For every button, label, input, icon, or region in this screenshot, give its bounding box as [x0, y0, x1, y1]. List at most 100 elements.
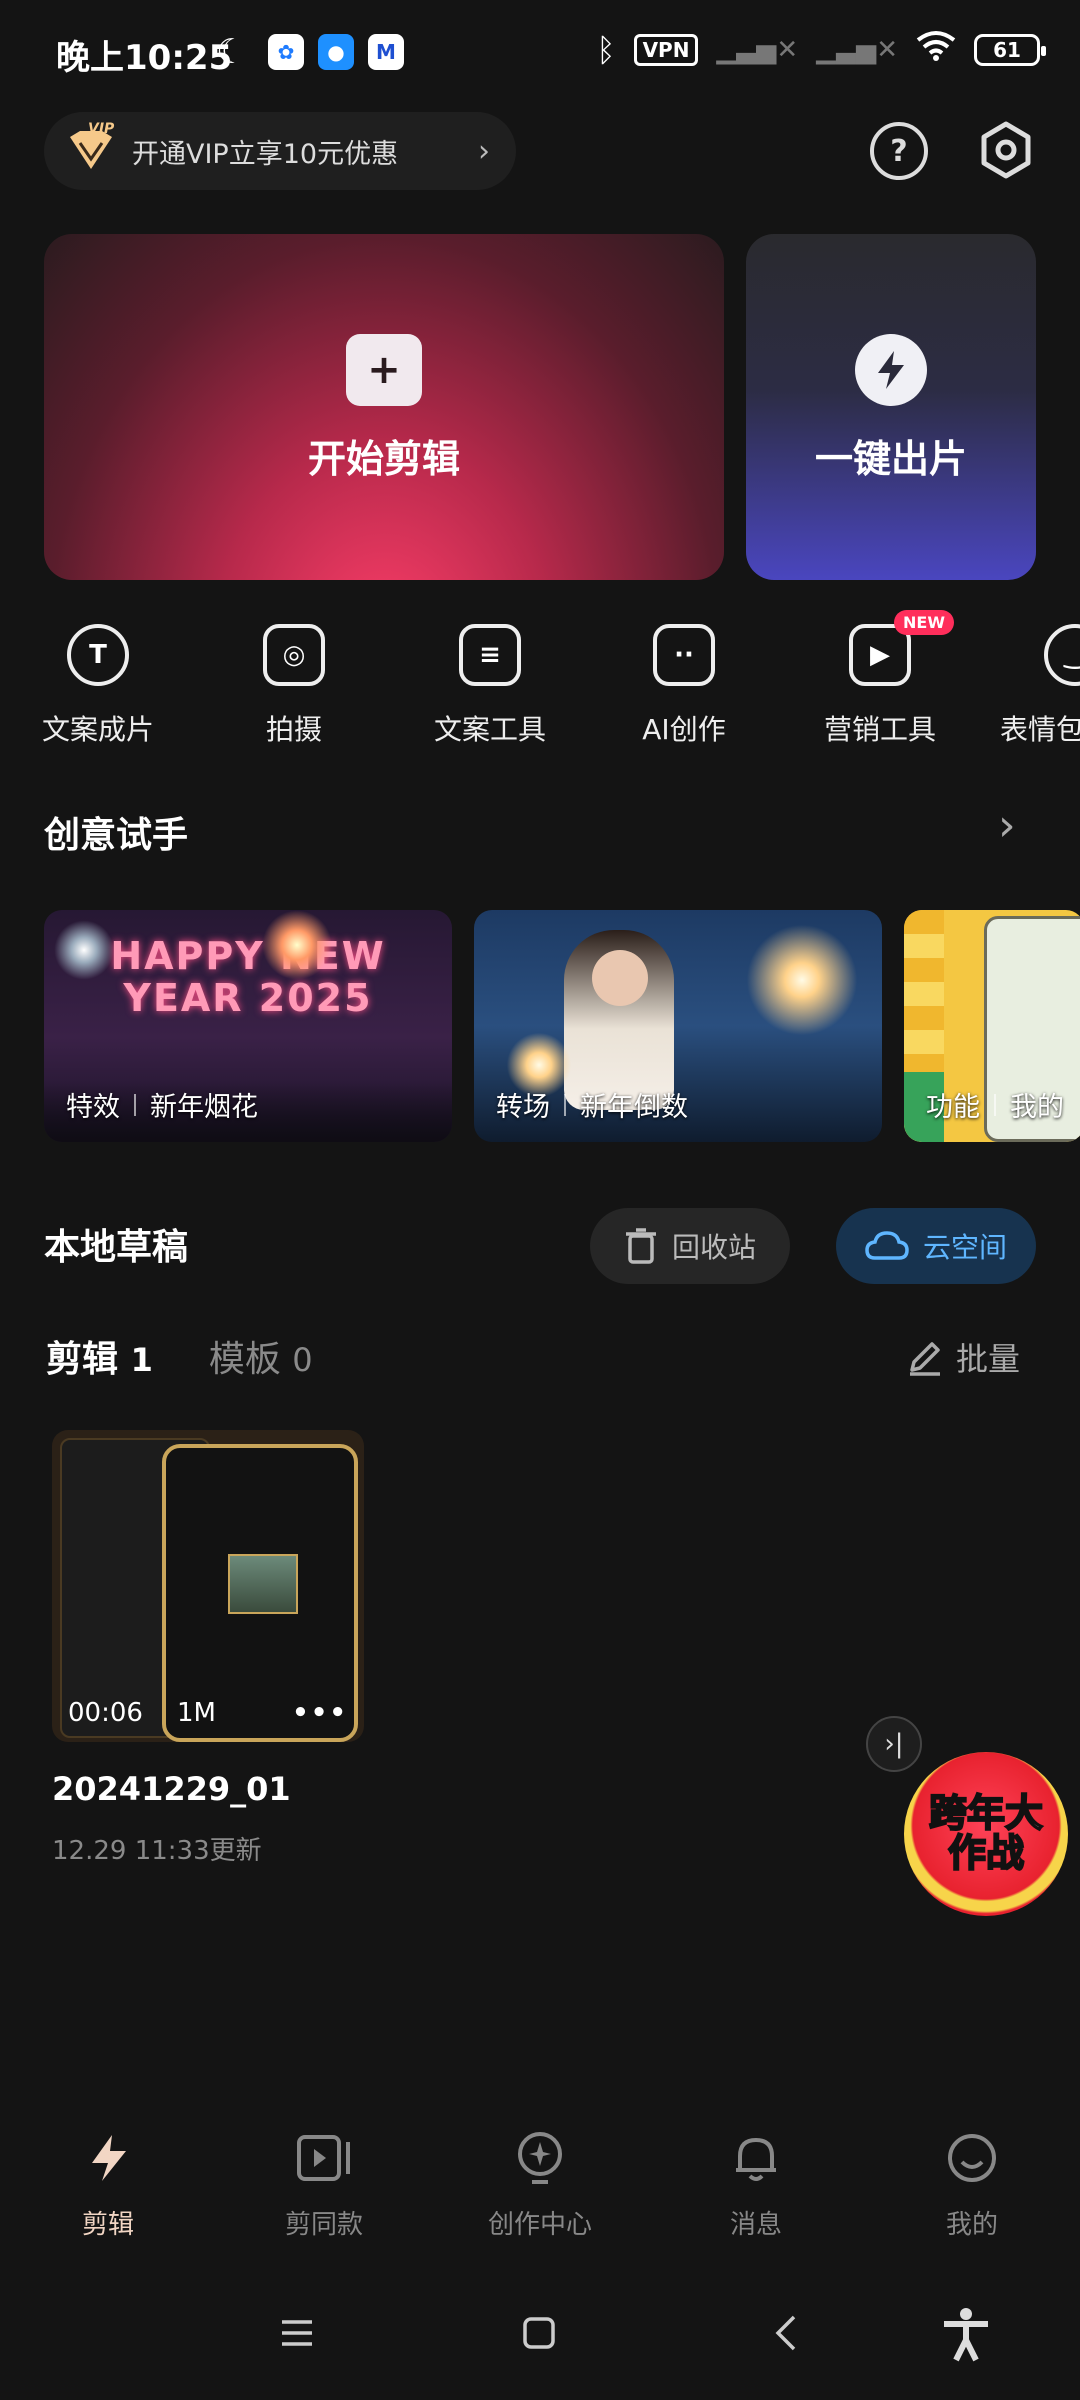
chevron-right-icon: › — [478, 133, 490, 169]
mail-notification-icon: M — [368, 34, 404, 70]
home-icon[interactable] — [522, 2316, 556, 2354]
draft-tabs: 剪辑 1 模板 0 — [46, 1330, 313, 1382]
status-right: ᛒ VPN ▁▃▅✕ ▁▃▅✕ 61 — [596, 30, 1046, 70]
draft-thumbnail[interactable]: 00:06 1M ••• — [52, 1430, 364, 1742]
bulb-icon — [512, 2130, 568, 2186]
tool-label: 文案成片 — [41, 713, 154, 746]
tool-text-to-video[interactable]: T 文案成片 — [18, 624, 178, 748]
battery-indicator: 61 — [974, 34, 1046, 66]
doc-sparkle-icon: ≡ — [459, 624, 521, 686]
sparkler-glow — [742, 920, 862, 1040]
creative-caption: 转场 新年倒数 — [496, 1085, 688, 1124]
robot-icon: ·· — [653, 624, 715, 686]
tool-label: 文案工具 — [433, 713, 546, 746]
new-badge: NEW — [894, 610, 954, 635]
tab-template-count: 0 — [292, 1341, 313, 1379]
tab-edit[interactable]: 剪辑 1 — [46, 1330, 153, 1382]
firework-burst — [54, 920, 114, 980]
batch-button[interactable]: 批量 — [906, 1334, 1020, 1380]
tool-label: 拍摄 — [265, 713, 322, 746]
notification-icons: ✿ ● M — [268, 34, 404, 70]
settings-icon[interactable] — [974, 118, 1038, 186]
creative-tag: 功能 — [926, 1092, 980, 1123]
lightning-icon — [855, 334, 927, 406]
system-nav-bar — [0, 2296, 1080, 2376]
divider — [564, 1093, 566, 1116]
person-face — [592, 950, 648, 1006]
tab-edit-label: 剪辑 — [46, 1339, 119, 1380]
cloud-label: 云空间 — [922, 1231, 1007, 1264]
creative-name: 我的 — [1010, 1092, 1064, 1123]
nav-label: 我的 — [945, 2210, 998, 2240]
recycle-label: 回收站 — [671, 1231, 756, 1264]
draft-name[interactable]: 20241229_01 — [52, 1770, 291, 1808]
status-time: 晚上10:25 — [56, 38, 233, 78]
vip-diamond-icon: VIP — [66, 121, 116, 173]
creative-tag: 转场 — [496, 1092, 550, 1123]
plus-icon: + — [346, 334, 422, 406]
new-year-promo-badge[interactable]: 跨年大作战 — [904, 1752, 1068, 1916]
creative-caption: 功能 我的 — [926, 1085, 1064, 1124]
more-icon[interactable]: ••• — [292, 1698, 348, 1728]
signal-2-icon: ▁▃▅✕ — [816, 35, 898, 65]
camera-icon: ◎ — [263, 624, 325, 686]
nav-template[interactable]: 剪同款 — [244, 2130, 404, 2241]
start-edit-card[interactable]: + 开始剪辑 — [44, 234, 724, 580]
vip-banner[interactable]: VIP 开通VIP立享10元优惠 › — [44, 112, 516, 190]
help-icon[interactable]: ? — [870, 122, 928, 180]
vip-badge: VIP — [88, 121, 115, 137]
vip-label: 开通VIP立享10元优惠 — [132, 138, 399, 170]
menu-icon[interactable] — [280, 2318, 314, 2352]
app-notification-icon: ✿ — [268, 34, 304, 70]
nav-profile[interactable]: 我的 — [892, 2130, 1052, 2241]
accessibility-icon[interactable] — [940, 2306, 992, 2366]
bluetooth-icon: ᛒ — [596, 31, 616, 69]
divider — [994, 1093, 996, 1116]
creative-caption: 特效 新年烟花 — [66, 1085, 258, 1124]
creative-title: 创意试手 — [44, 815, 189, 856]
vpn-badge: VPN — [633, 34, 699, 66]
recycle-bin-button[interactable]: 回收站 — [590, 1208, 790, 1284]
template-video-icon — [296, 2130, 352, 2186]
creative-name: 新年烟花 — [150, 1092, 258, 1123]
chat-notification-icon: ● — [318, 34, 354, 70]
tool-sticker[interactable]: ‿ 表情包 — [994, 624, 1080, 748]
smile-nav-icon — [944, 2130, 1000, 2186]
tool-marketing[interactable]: ▶ NEW 营销工具 — [800, 610, 960, 748]
creative-more-chevron-icon[interactable]: › — [998, 800, 1016, 851]
one-click-label: 一键出片 — [814, 437, 967, 481]
moon-icon: ☾ — [216, 32, 247, 72]
creative-name: 新年倒数 — [580, 1092, 688, 1123]
smile-icon: ‿ — [1044, 624, 1080, 686]
creative-item-countdown[interactable]: 转场 新年倒数 — [474, 910, 882, 1142]
cloud-icon — [865, 1231, 909, 1260]
creative-item-fireworks[interactable]: HAPPY NEW YEAR 2025 特效 新年烟花 — [44, 910, 452, 1142]
one-click-card[interactable]: 一键出片 — [746, 234, 1036, 580]
bell-icon — [728, 2130, 784, 2186]
tool-camera[interactable]: ◎ 拍摄 — [214, 624, 374, 748]
tab-template[interactable]: 模板 0 — [209, 1330, 313, 1382]
back-icon[interactable] — [774, 2314, 798, 2356]
creative-item-function[interactable]: 功能 我的 — [904, 910, 1080, 1142]
nav-messages[interactable]: 消息 — [676, 2130, 836, 2241]
nav-label: 消息 — [729, 2210, 782, 2240]
tool-copy-tools[interactable]: ≡ 文案工具 — [410, 624, 570, 748]
tab-edit-count: 1 — [130, 1341, 153, 1379]
lightning-nav-icon — [80, 2130, 136, 2186]
cloud-space-button[interactable]: 云空间 — [836, 1208, 1036, 1284]
collapse-promo-icon[interactable]: ›| — [866, 1716, 922, 1772]
tool-label: 表情包 — [1000, 713, 1080, 746]
game-character-image — [228, 1554, 298, 1614]
nav-label: 剪同款 — [284, 2210, 363, 2240]
tools-row: T 文案成片 ◎ 拍摄 ≡ 文案工具 ·· AI创作 ▶ NEW 营销工具 ‿ … — [0, 610, 1080, 746]
nav-label: 剪辑 — [81, 2210, 134, 2240]
edit-pencil-icon — [910, 1342, 940, 1376]
nav-edit[interactable]: 剪辑 — [28, 2130, 188, 2241]
promo-text: 跨年大作战 — [928, 1791, 1044, 1875]
nav-creator-center[interactable]: 创作中心 — [460, 2130, 620, 2241]
tool-ai-create[interactable]: ·· AI创作 — [604, 624, 764, 748]
tool-label: AI创作 — [642, 713, 726, 746]
start-edit-label: 开始剪辑 — [307, 437, 460, 481]
batch-label: 批量 — [956, 1340, 1021, 1378]
draft-meta-row: 00:06 1M ••• — [68, 1698, 348, 1728]
